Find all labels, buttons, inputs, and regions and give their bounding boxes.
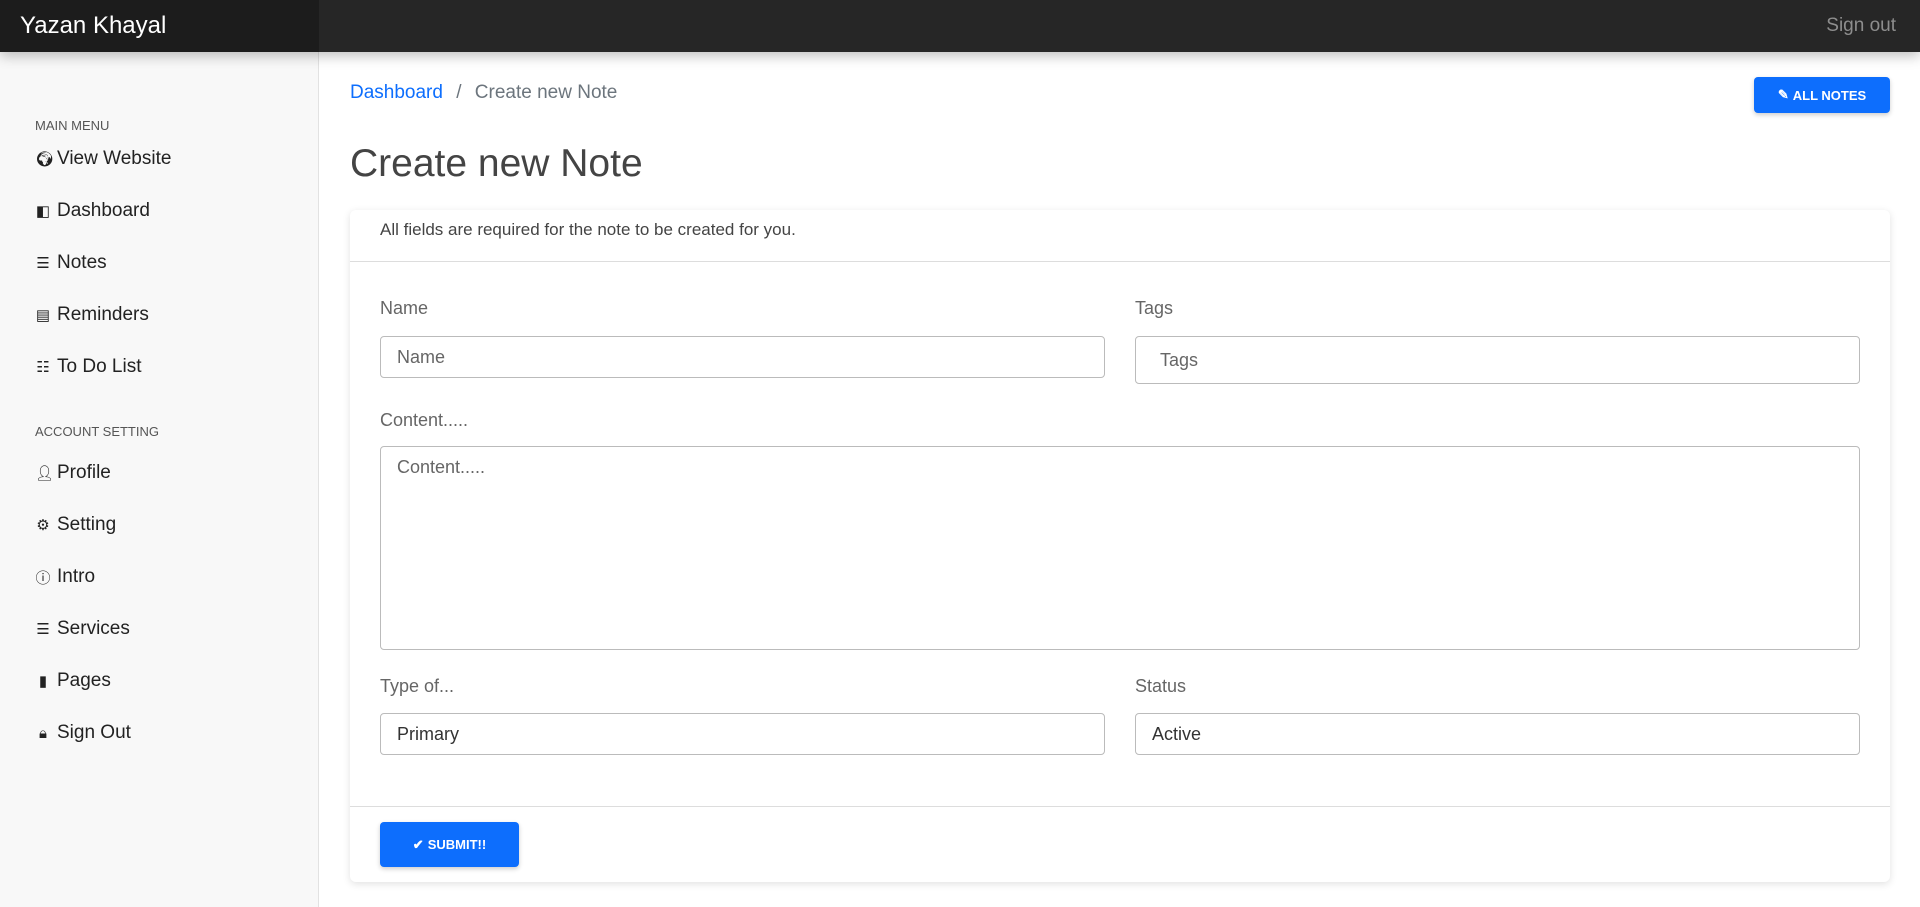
sidebar-section-account-setting: ACCOUNT SETTING bbox=[35, 424, 159, 439]
sidebar-item-services[interactable]: ☰ Services bbox=[35, 618, 130, 640]
name-input[interactable]: Name bbox=[380, 336, 1105, 378]
all-notes-label: ALL NOTES bbox=[1792, 87, 1867, 103]
sidebar-item-pages[interactable]: ▮ Pages bbox=[35, 670, 111, 692]
content-textarea[interactable]: Content..... bbox=[380, 446, 1860, 650]
sidebar-item-label: Profile bbox=[57, 462, 111, 483]
sidebar-item-profile[interactable]: 👤︎ Profile bbox=[35, 462, 111, 484]
breadcrumb-current: Create new Note bbox=[474, 82, 618, 103]
gears-icon: ⚙ bbox=[36, 517, 50, 534]
lock-icon: 🔒︎ bbox=[39, 724, 47, 742]
tags-label: Tags bbox=[1135, 298, 1174, 318]
note-form-card: All fields are required for the note to … bbox=[350, 210, 1890, 882]
sidebar-item-label: Reminders bbox=[57, 304, 149, 325]
type-label: Type of... bbox=[380, 676, 455, 696]
brand[interactable]: Yazan Khayal bbox=[0, 0, 319, 52]
sidebar-item-label: Dashboard bbox=[57, 200, 150, 221]
all-notes-button[interactable]: ✎ ALL NOTES bbox=[1754, 77, 1890, 113]
sidebar-item-label: To Do List bbox=[57, 356, 142, 377]
ordered-list-icon: ☷ bbox=[36, 359, 50, 376]
sidebar-item-label: View Website bbox=[57, 148, 172, 169]
top-navbar: Yazan Khayal Sign out bbox=[0, 0, 1920, 52]
sidebar-item-label: Intro bbox=[57, 566, 96, 587]
sidebar-item-reminders[interactable]: ▤ Reminders bbox=[35, 304, 149, 326]
edit-icon: ✎ bbox=[1777, 87, 1789, 102]
status-select[interactable]: Active bbox=[1135, 713, 1860, 755]
name-label: Name bbox=[380, 298, 429, 318]
breadcrumb: Dashboard / Create new Note bbox=[350, 82, 617, 104]
status-label: Status bbox=[1135, 676, 1187, 696]
sidebar-item-label: Pages bbox=[57, 670, 111, 691]
sidebar-item-dashboard[interactable]: ◧ Dashboard bbox=[35, 200, 150, 222]
form-header: All fields are required for the note to … bbox=[350, 210, 1890, 262]
sidebar-item-label: Sign Out bbox=[57, 722, 131, 743]
breadcrumb-dashboard-link[interactable]: Dashboard bbox=[350, 82, 443, 103]
info-icon: ⓘ bbox=[35, 569, 51, 587]
sidebar-item-intro[interactable]: ⓘ Intro bbox=[35, 566, 95, 588]
check-circle-icon: ✔ bbox=[412, 836, 424, 852]
sidebar-section-main-menu: MAIN MENU bbox=[35, 118, 110, 133]
sidebar-item-to-do-list[interactable]: ☷ To Do List bbox=[35, 356, 141, 378]
user-icon: 👤︎ bbox=[35, 465, 55, 482]
sidebar-item-notes[interactable]: ☰ Notes bbox=[35, 252, 107, 274]
tags-input[interactable]: Tags bbox=[1135, 336, 1860, 384]
sign-out-link[interactable]: Sign out bbox=[1826, 0, 1896, 52]
sidebar-item-setting[interactable]: ⚙ Setting bbox=[35, 514, 116, 536]
globe-icon: 🌍︎ bbox=[35, 151, 55, 168]
server-icon: ☰ bbox=[36, 621, 50, 638]
list-icon: ☰ bbox=[36, 255, 50, 272]
list-alt-icon: ▤ bbox=[35, 307, 51, 324]
page-title: Create new Note bbox=[350, 142, 643, 185]
form-footer-divider bbox=[350, 806, 1890, 807]
submit-button[interactable]: ✔ SUBMIT!! bbox=[380, 822, 519, 867]
file-icon: ▮ bbox=[38, 673, 48, 690]
type-select[interactable]: Primary bbox=[380, 713, 1105, 755]
sidebar: MAIN MENU 🌍︎ View Website ◧ Dashboard ☰ Not… bbox=[0, 52, 319, 907]
submit-label: SUBMIT!! bbox=[427, 837, 487, 852]
sidebar-item-label: Notes bbox=[57, 252, 107, 273]
sidebar-item-label: Setting bbox=[57, 514, 117, 535]
dashboard-icon: ◧ bbox=[35, 203, 51, 220]
sidebar-item-label: Services bbox=[57, 618, 130, 639]
breadcrumb-separator: / bbox=[456, 82, 462, 103]
sidebar-item-sign-out[interactable]: 🔒︎ Sign Out bbox=[35, 722, 131, 744]
sidebar-item-view-website[interactable]: 🌍︎ View Website bbox=[35, 148, 171, 170]
content-label: Content..... bbox=[380, 410, 469, 430]
